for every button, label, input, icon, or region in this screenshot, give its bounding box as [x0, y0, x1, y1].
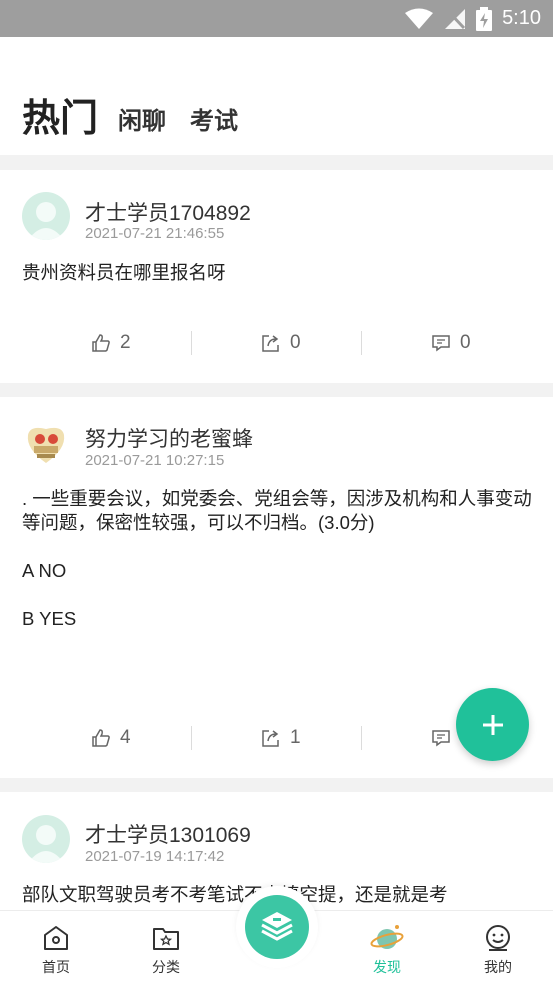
share-count: 1 — [290, 727, 301, 748]
post-option-a: A NO — [22, 560, 67, 581]
header: 热门 闲聊 考试 — [0, 37, 553, 155]
thumb-up-icon — [92, 729, 110, 747]
add-post-button[interactable] — [456, 688, 529, 761]
user-photo-avatar — [22, 419, 70, 467]
default-avatar-icon — [22, 815, 70, 863]
tab-chat[interactable]: 闲聊 — [118, 101, 166, 136]
avatar[interactable] — [22, 192, 70, 240]
nav-label: 分类 — [152, 959, 180, 975]
post-card[interactable]: 才士学员1704892 2021-07-21 21:46:55 贵州资料员在哪里… — [0, 170, 553, 383]
nav-label: 发现 — [373, 959, 401, 975]
profile-icon — [486, 925, 510, 951]
center-study-button[interactable] — [245, 895, 309, 959]
post-text-line: 贵州资料员在哪里报名呀 — [22, 262, 226, 283]
action-separator — [361, 331, 362, 355]
section-divider — [0, 778, 553, 792]
share-icon — [262, 730, 279, 747]
avatar[interactable] — [22, 419, 70, 467]
thumb-up-icon — [92, 334, 110, 352]
post-time: 2021-07-19 14:17:42 — [85, 848, 225, 865]
status-icons: 5:10 — [404, 0, 541, 37]
share-button[interactable]: 1 — [261, 718, 301, 758]
home-icon — [44, 926, 68, 950]
tab-hot[interactable]: 热门 — [22, 87, 98, 142]
post-author[interactable]: 才士学员1301069 — [85, 819, 251, 849]
comment-icon — [432, 730, 450, 747]
post-actions: 2 0 0 — [0, 323, 553, 363]
default-avatar-icon — [22, 192, 70, 240]
section-divider — [0, 155, 553, 170]
avatar[interactable] — [22, 815, 70, 863]
post-text-line: . 一些重要会议，如党委会、党组会等，因涉及机构和人事变动等问题，保密性较强，可… — [22, 488, 532, 533]
share-icon — [262, 335, 279, 352]
share-count: 0 — [290, 332, 301, 353]
planet-icon — [370, 925, 404, 949]
comment-button[interactable]: 0 — [431, 323, 471, 363]
share-button[interactable]: 0 — [261, 323, 301, 363]
like-button[interactable]: 2 — [91, 323, 131, 363]
comment-icon — [432, 335, 450, 352]
nav-item-profile[interactable]: 我的 — [458, 923, 538, 977]
nav-item-category[interactable]: 分类 — [126, 923, 206, 977]
status-bar: 5:10 — [0, 0, 553, 37]
status-time: 5:10 — [502, 7, 541, 29]
action-separator — [361, 726, 362, 750]
plus-icon — [482, 714, 503, 735]
post-content[interactable]: . 一些重要会议，如党委会、党组会等，因涉及机构和人事变动等问题，保密性较强，可… — [22, 487, 534, 631]
section-divider — [0, 383, 553, 397]
action-separator — [191, 331, 192, 355]
post-time: 2021-07-21 10:27:15 — [85, 452, 225, 469]
battery-charging-icon — [476, 6, 493, 31]
like-count: 4 — [120, 727, 131, 748]
tab-exam[interactable]: 考试 — [190, 101, 238, 136]
wifi-icon — [405, 8, 434, 29]
nav-label: 首页 — [42, 959, 70, 975]
comment-count: 0 — [460, 332, 471, 353]
action-separator — [191, 726, 192, 750]
category-folder-icon — [153, 928, 179, 950]
nav-item-discover[interactable]: 发现 — [347, 923, 427, 977]
no-signal-icon — [445, 8, 466, 29]
post-author[interactable]: 才士学员1704892 — [85, 197, 251, 227]
like-button[interactable]: 4 — [91, 718, 131, 758]
post-option-b: B YES — [22, 608, 77, 629]
nav-item-home[interactable]: 首页 — [16, 923, 96, 977]
post-author[interactable]: 努力学习的老蜜蜂 — [85, 423, 253, 453]
like-count: 2 — [120, 332, 131, 353]
post-content[interactable]: 贵州资料员在哪里报名呀 — [22, 261, 534, 285]
book-stack-icon — [261, 912, 293, 941]
post-time: 2021-07-21 21:46:55 — [85, 225, 225, 242]
nav-label: 我的 — [484, 959, 512, 975]
